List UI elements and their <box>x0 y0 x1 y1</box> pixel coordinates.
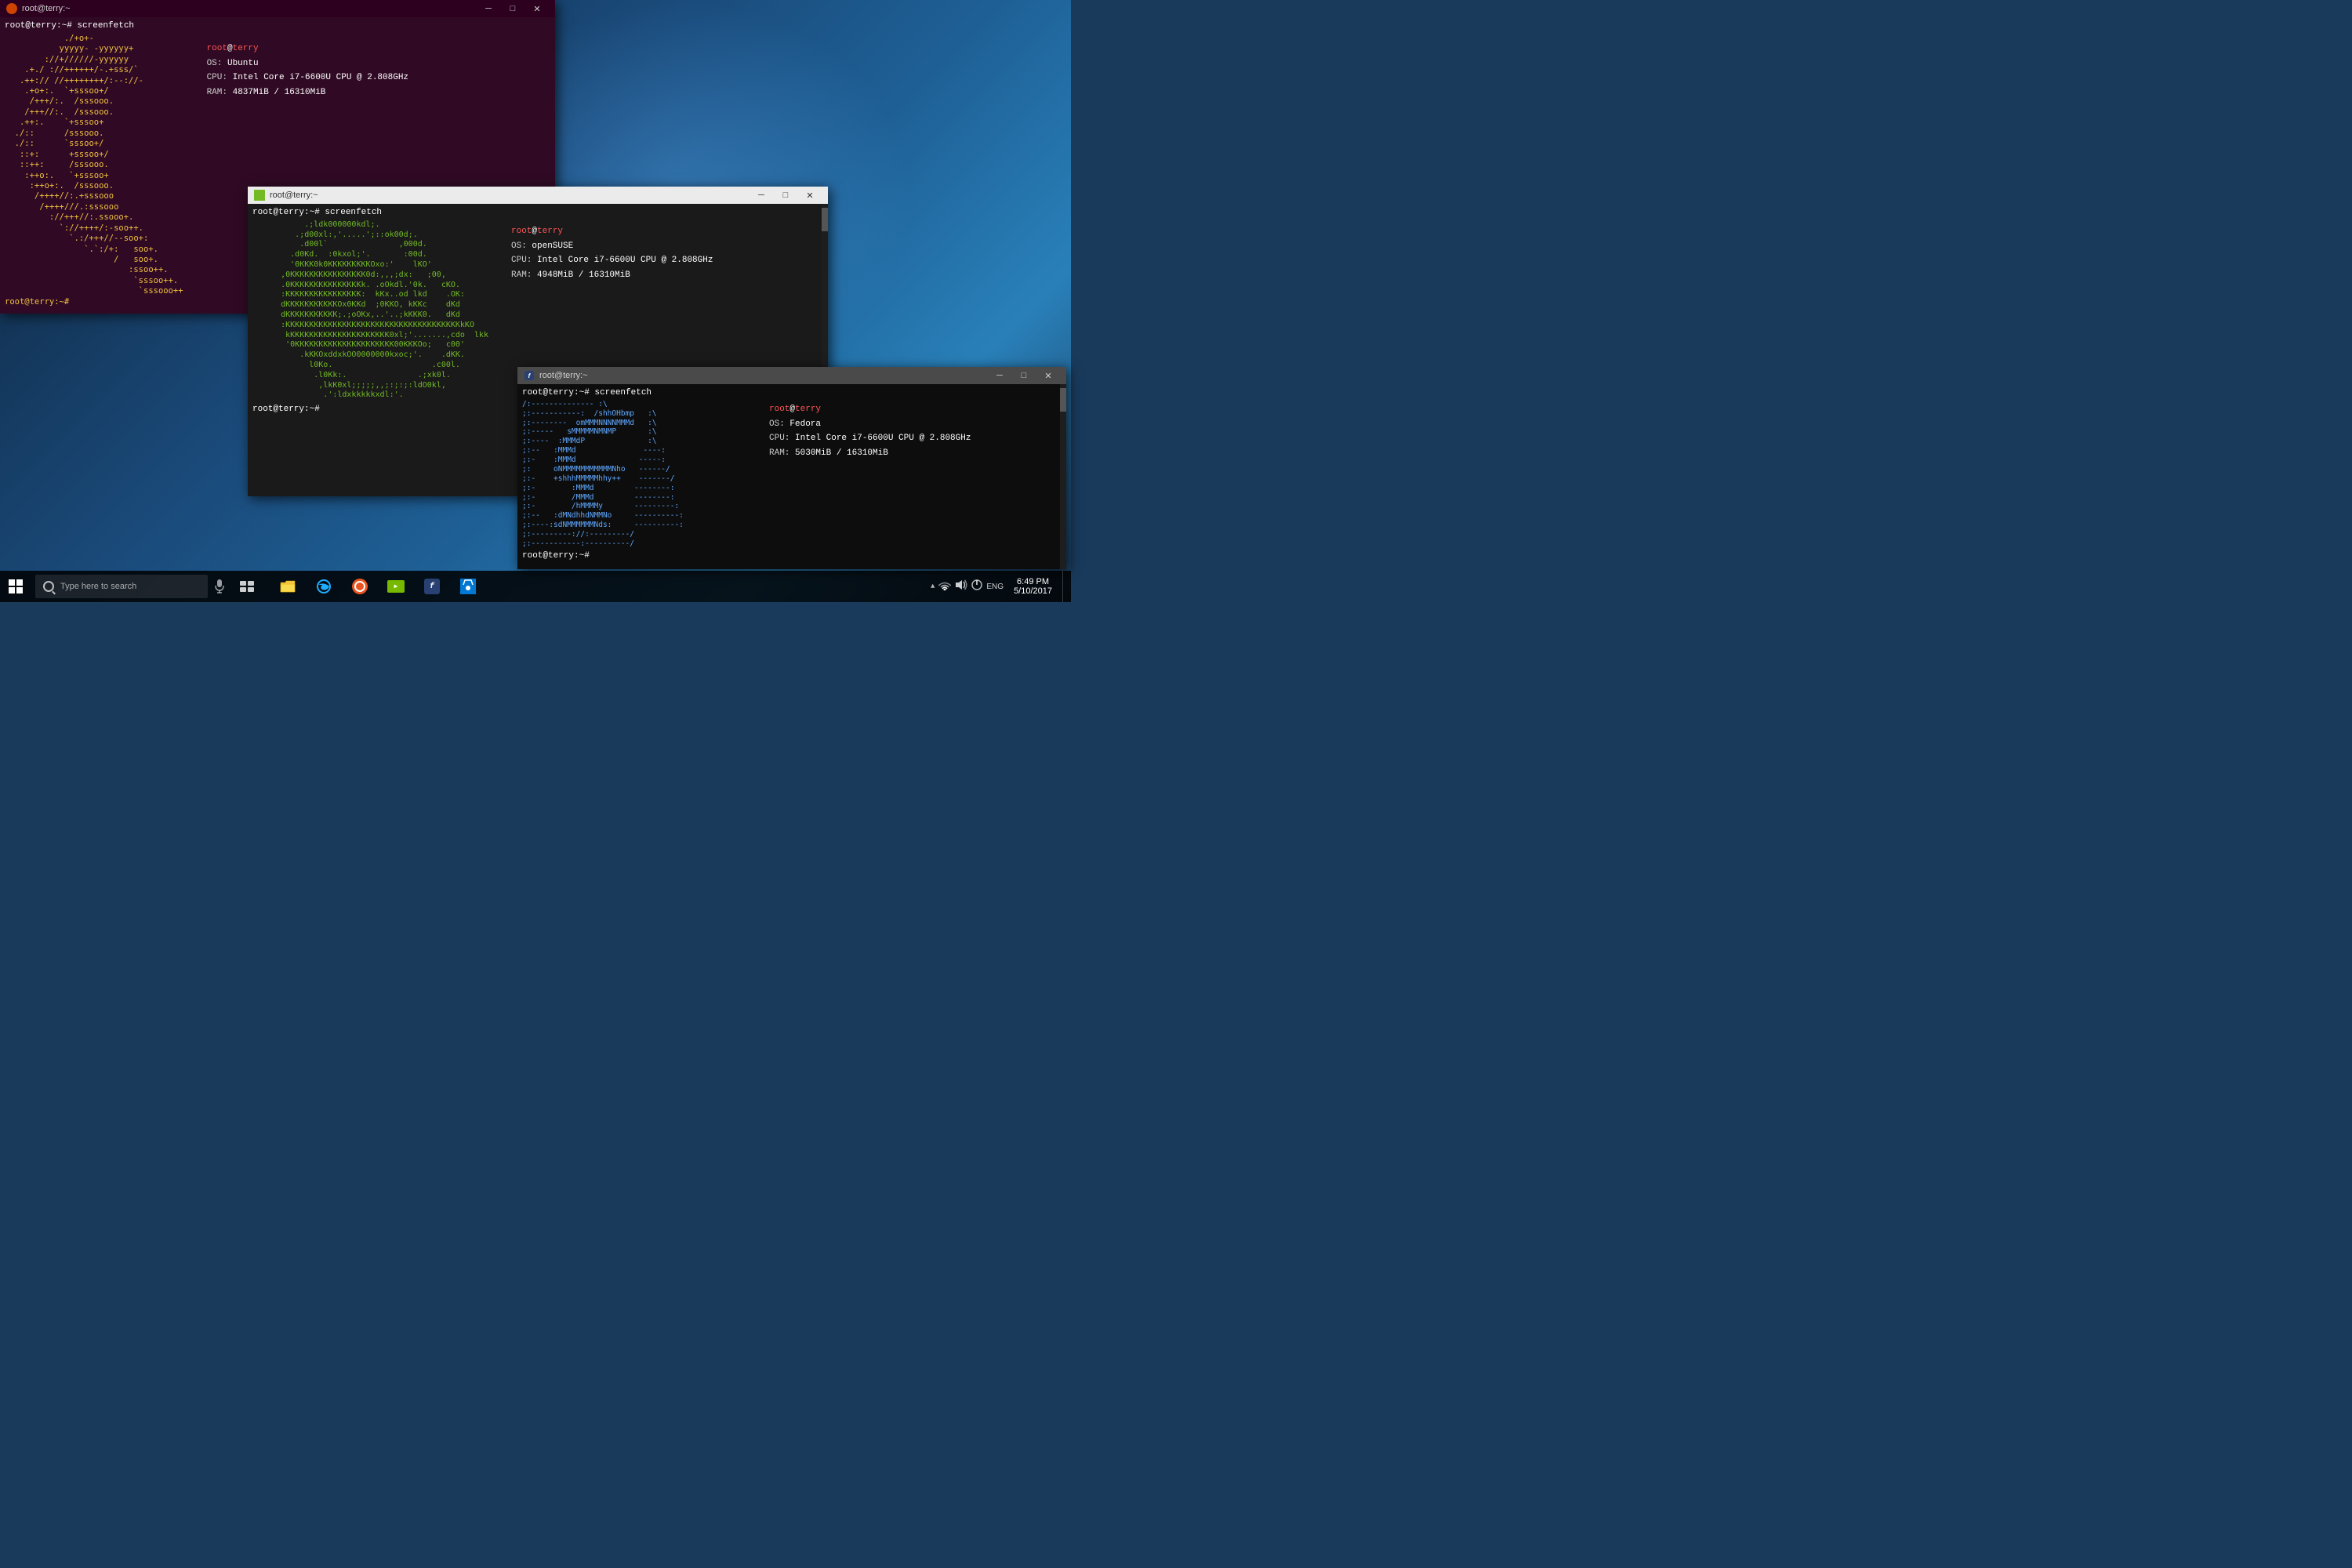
fedora-prompt: root@terry:~# <box>522 550 1055 562</box>
ubuntu-titlebar-icon <box>6 3 17 14</box>
opensuse-titlebar-controls: ─ □ ✕ <box>750 187 822 204</box>
opensuse-titlebar[interactable]: root@terry:~ ─ □ ✕ <box>248 187 828 204</box>
fedora-terminal-body: root@terry:~# screenfetch /:------------… <box>517 384 1066 569</box>
opensuse-scrollbar-thumb[interactable] <box>822 208 828 231</box>
store-icon <box>460 579 476 594</box>
network-status-icon <box>938 579 951 590</box>
ubuntu-ascii-art: ./+o+- yyyyy- -yyyyyy+ ://+//////-yyyyyy… <box>5 34 183 307</box>
file-explorer-icon <box>280 579 296 593</box>
ubuntu-close-btn[interactable]: ✕ <box>525 0 549 17</box>
ubuntu-button[interactable] <box>343 571 377 602</box>
language-indicator[interactable]: ENG <box>986 583 1004 591</box>
fedora-close-btn[interactable]: ✕ <box>1036 367 1060 384</box>
opensuse-maximize-btn[interactable]: □ <box>774 187 797 204</box>
file-explorer-button[interactable] <box>270 571 305 602</box>
search-icon <box>43 581 54 592</box>
taskbar-time: 6:49 PM <box>1017 577 1049 586</box>
ubuntu-icon <box>352 579 368 594</box>
fedora-command-line: root@terry:~# screenfetch <box>522 387 1055 399</box>
fedora-button[interactable]: f <box>415 571 449 602</box>
fedora-scrollbar[interactable] <box>1060 384 1066 569</box>
fedora-icon: f <box>424 579 440 594</box>
taskbar-search-box[interactable]: Type here to search <box>35 575 208 598</box>
show-desktop-button[interactable] <box>1062 571 1067 602</box>
edge-button[interactable] <box>307 571 341 602</box>
taskbar-apps: ▶ f <box>270 571 485 602</box>
store-button[interactable] <box>451 571 485 602</box>
taskbar-date: 5/10/2017 <box>1014 586 1052 596</box>
fedora-titlebar[interactable]: f root@terry:~ ─ □ ✕ <box>517 367 1066 384</box>
fedora-scrollbar-thumb[interactable] <box>1060 388 1066 412</box>
windows-logo-icon <box>9 579 23 593</box>
task-view-button[interactable] <box>231 571 263 602</box>
opensuse-minimize-btn[interactable]: ─ <box>750 187 773 204</box>
fedora-terminal-window[interactable]: f root@terry:~ ─ □ ✕ root@terry:~# scree… <box>517 367 1066 569</box>
nvidia-button[interactable]: ▶ <box>379 571 413 602</box>
fedora-titlebar-icon: f <box>524 370 535 381</box>
power-icon <box>971 579 982 590</box>
microphone-button[interactable] <box>208 571 231 602</box>
ubuntu-minimize-btn[interactable]: ─ <box>477 0 500 17</box>
fedora-maximize-btn[interactable]: □ <box>1012 367 1036 384</box>
network-icon[interactable] <box>938 579 951 594</box>
task-view-icon <box>240 581 254 592</box>
search-placeholder-text: Type here to search <box>60 582 136 591</box>
tray-expand-button[interactable]: ▲ <box>931 583 935 590</box>
fedora-title-text: root@terry:~ <box>539 371 988 380</box>
ubuntu-title-text: root@terry:~ <box>22 4 477 13</box>
opensuse-close-btn[interactable]: ✕ <box>798 187 822 204</box>
volume-button[interactable] <box>955 579 967 594</box>
taskbar-tray: ▲ <box>931 571 1071 602</box>
nvidia-icon: ▶ <box>387 580 405 593</box>
fedora-titlebar-controls: ─ □ ✕ <box>988 367 1060 384</box>
start-button[interactable] <box>0 571 31 602</box>
desktop: root@terry:~ ─ □ ✕ root@terry:~# screenf… <box>0 0 1071 602</box>
opensuse-command-line: root@terry:~# screenfetch <box>252 207 817 219</box>
ubuntu-maximize-btn[interactable]: □ <box>501 0 524 17</box>
fedora-minimize-btn[interactable]: ─ <box>988 367 1011 384</box>
opensuse-ascii-art: .;ldk000000kdl;. .;d00xl:,'.....';::ok00… <box>252 220 495 401</box>
microphone-icon <box>214 579 225 593</box>
opensuse-titlebar-icon <box>254 190 265 201</box>
edge-icon <box>316 579 332 594</box>
ubuntu-command-line: root@terry:~# screenfetch <box>5 20 550 32</box>
taskbar[interactable]: Type here to search <box>0 571 1071 602</box>
opensuse-title-text: root@terry:~ <box>270 191 750 200</box>
fedora-ascii-art: /:-------------- :\ ;:-----------: /shhO… <box>522 400 757 549</box>
ubuntu-titlebar[interactable]: root@terry:~ ─ □ ✕ <box>0 0 555 17</box>
power-button[interactable] <box>971 579 982 594</box>
volume-icon <box>955 579 967 590</box>
ubuntu-titlebar-controls: ─ □ ✕ <box>477 0 549 17</box>
taskbar-clock[interactable]: 6:49 PM 5/10/2017 <box>1007 577 1058 596</box>
